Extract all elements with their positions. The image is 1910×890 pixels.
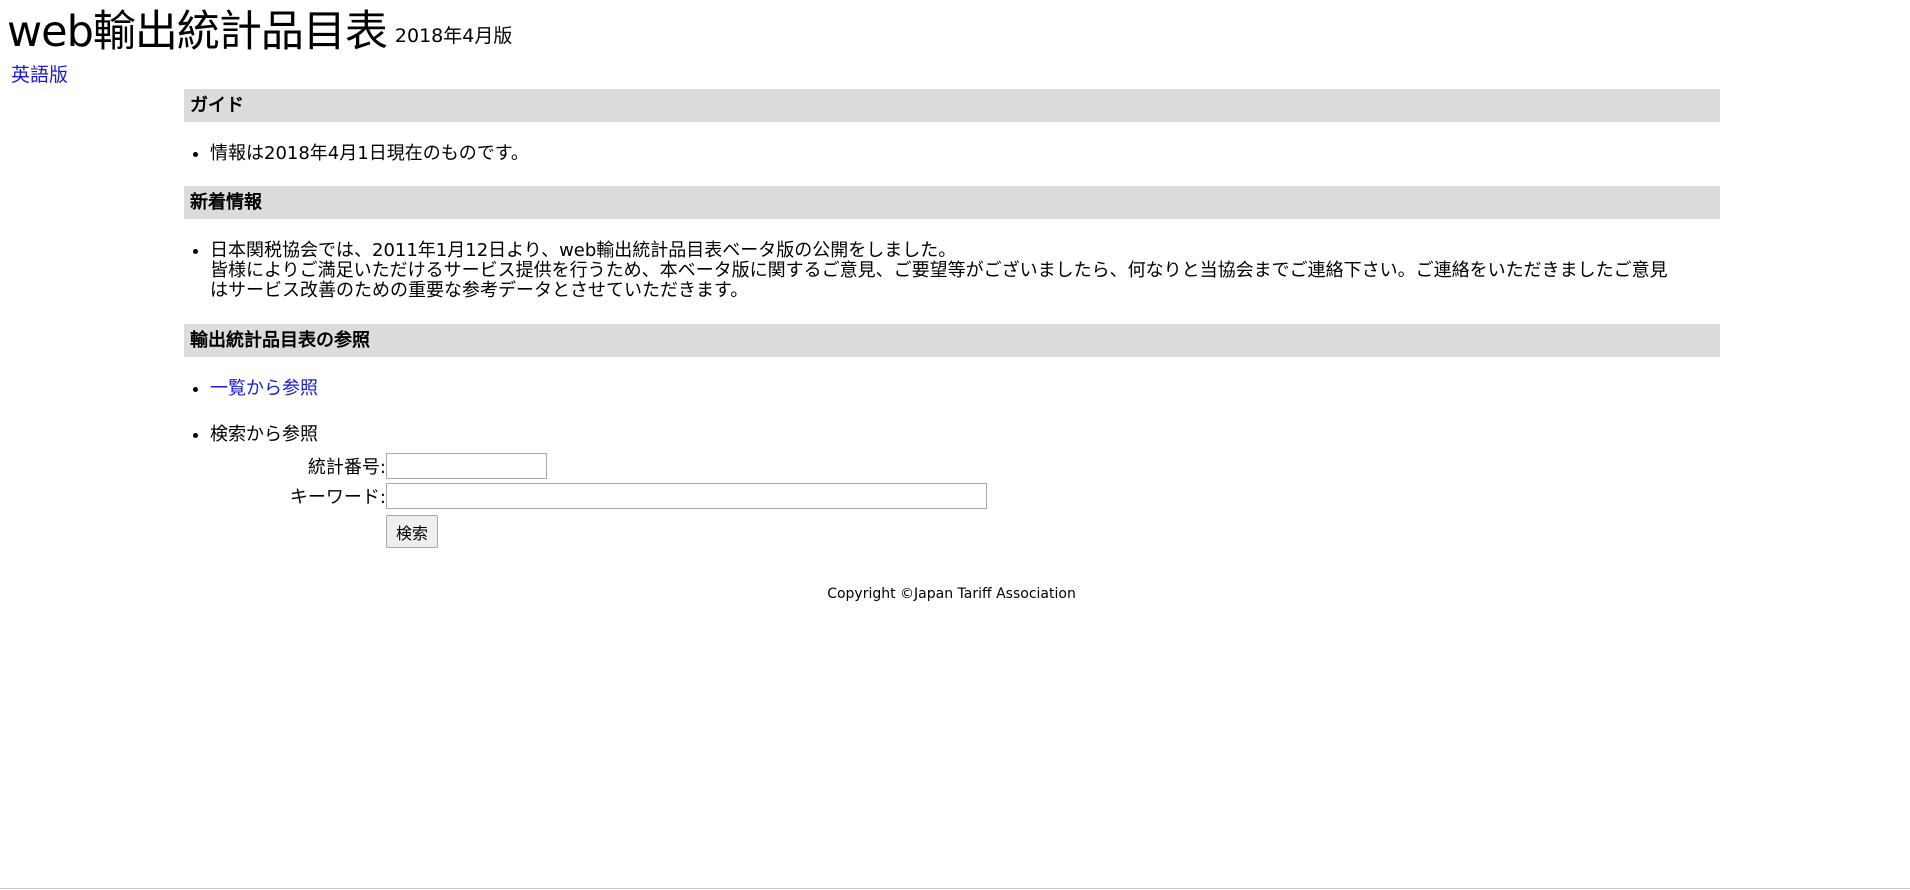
guide-item: 情報は2018年4月1日現在のものです。 bbox=[210, 144, 1720, 164]
keyword-input[interactable] bbox=[386, 483, 987, 509]
reference-heading: 輸出統計品目表の参照 bbox=[184, 324, 1720, 357]
site-title: web輸出統計品目表 bbox=[7, 7, 388, 57]
stat-number-input[interactable] bbox=[386, 453, 547, 479]
reference-list: 一覧から参照 検索から参照 bbox=[184, 379, 1720, 445]
main-content: ガイド 情報は2018年4月1日現在のものです。 新着情報 日本関税協会では、2… bbox=[184, 89, 1720, 548]
page: web輸出統計品目表 2018年4月版 英語版 ガイド 情報は2018年4月1日現… bbox=[0, 0, 1910, 890]
news-list: 日本関税協会では、2011年1月12日より、web輸出統計品目表ベータ版の公開を… bbox=[184, 241, 1720, 301]
english-version-link[interactable]: 英語版 bbox=[11, 60, 68, 87]
list-reference-item: 一覧から参照 bbox=[210, 379, 1720, 399]
news-line-2: 皆様によりご満足いただけるサービス提供を行うため、本ベータ版に関するご意見、ご要… bbox=[210, 260, 1668, 281]
stat-number-label: 統計番号: bbox=[307, 457, 386, 478]
news-heading: 新着情報 bbox=[184, 186, 1720, 219]
list-reference-link[interactable]: 一覧から参照 bbox=[210, 378, 318, 399]
guide-heading: ガイド bbox=[184, 89, 1720, 122]
search-reference-label: 検索から参照 bbox=[210, 424, 318, 445]
news-item: 日本関税協会では、2011年1月12日より、web輸出統計品目表ベータ版の公開を… bbox=[210, 241, 1720, 301]
keyword-row: キーワード: bbox=[194, 481, 1720, 511]
stat-number-row: 統計番号: bbox=[194, 451, 1720, 481]
keyword-label: キーワード: bbox=[289, 487, 386, 508]
news-line-1: 日本関税協会では、2011年1月12日より、web輸出統計品目表ベータ版の公開を… bbox=[210, 240, 957, 261]
news-line-3: はサービス改善のための重要な参考データとさせていただきます。 bbox=[210, 280, 749, 301]
header: web輸出統計品目表 2018年4月版 bbox=[7, 0, 512, 64]
edition-label: 2018年4月版 bbox=[394, 25, 513, 47]
search-button[interactable]: 検索 bbox=[386, 515, 439, 548]
guide-list: 情報は2018年4月1日現在のものです。 bbox=[184, 144, 1720, 164]
search-form: 統計番号: キーワード: 検索 bbox=[194, 451, 1720, 548]
copyright-footer: Copyright ©Japan Tariff Association bbox=[827, 586, 1076, 602]
bottom-divider bbox=[0, 888, 1910, 889]
search-reference-item: 検索から参照 bbox=[210, 425, 1720, 445]
